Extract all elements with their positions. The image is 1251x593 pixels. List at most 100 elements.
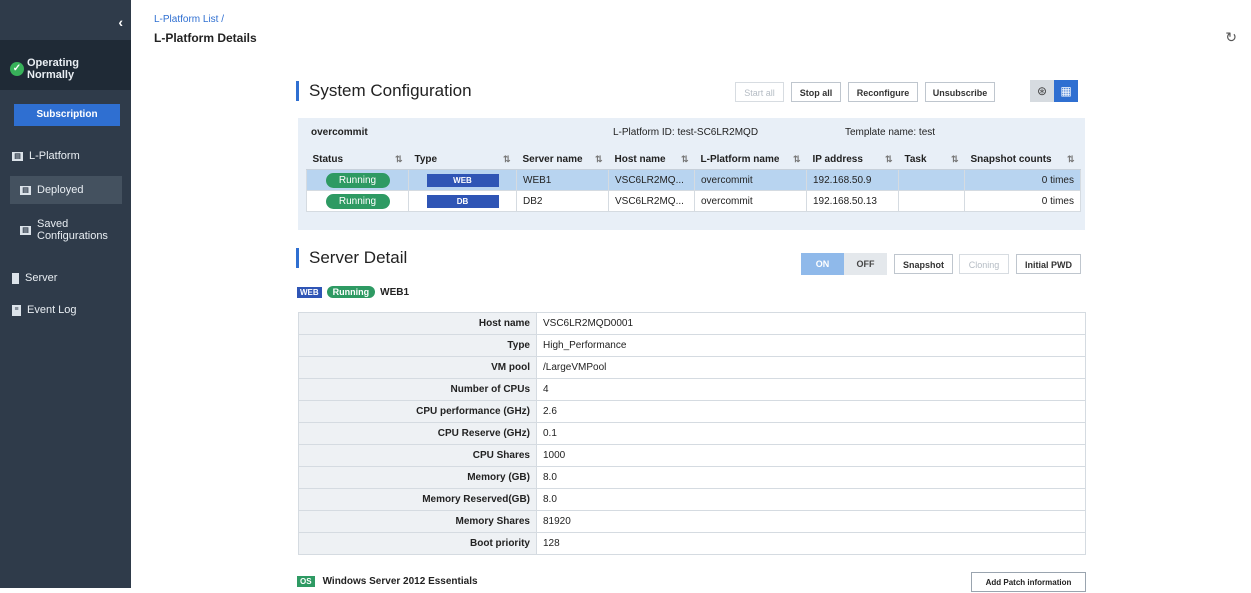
add-patch-information-button[interactable]: Add Patch information xyxy=(971,572,1086,592)
collapse-sidebar-icon[interactable]: ‹ xyxy=(118,14,123,30)
detail-label: CPU Reserve (GHz) xyxy=(298,422,537,445)
server-icon xyxy=(12,272,19,284)
sort-icon[interactable]: ⇅ xyxy=(595,154,603,165)
power-off-button[interactable]: OFF xyxy=(844,253,887,275)
status-badge: Running xyxy=(325,193,390,209)
lplatform-icon: ▤ xyxy=(12,151,23,161)
table-row[interactable]: Running DB DB2 VSC6LR2MQ... overcommit 1… xyxy=(306,190,1081,212)
cell-host-name: VSC6LR2MQ... xyxy=(608,190,695,212)
power-toggle[interactable]: ON OFF xyxy=(801,253,887,275)
type-badge: WEB xyxy=(426,173,499,187)
cell-host-name: VSC6LR2MQ... xyxy=(608,169,695,191)
nav-event-log-label: Event Log xyxy=(27,304,77,316)
detail-label: Host name xyxy=(298,312,537,335)
template-name: Template name: test xyxy=(845,127,936,138)
sort-icon[interactable]: ⇅ xyxy=(885,154,893,165)
cell-task xyxy=(898,190,965,212)
detail-value: 2.6 xyxy=(536,400,1086,423)
start-all-button[interactable]: Start all xyxy=(735,82,784,102)
type-badge: DB xyxy=(426,194,499,208)
detail-row: CPU performance (GHz) 2.6 xyxy=(298,400,1086,423)
detail-value: 8.0 xyxy=(536,488,1086,511)
snapshot-button[interactable]: Snapshot xyxy=(894,254,953,274)
detail-value: /LargeVMPool xyxy=(536,356,1086,379)
column-header-lplatform-name[interactable]: L-Platform name ⇅ xyxy=(694,149,807,170)
unsubscribe-button[interactable]: Unsubscribe xyxy=(925,82,995,102)
nav-lplatform-label: L-Platform xyxy=(29,150,80,162)
breadcrumb[interactable]: L-Platform List / xyxy=(154,14,224,25)
server-badge-row: WEB Running WEB1 xyxy=(297,286,409,298)
sort-icon[interactable]: ⇅ xyxy=(503,154,511,165)
table-view-icon[interactable]: ▦ xyxy=(1054,80,1078,102)
nav-event-log[interactable]: ≡ Event Log xyxy=(12,304,77,316)
power-on-button[interactable]: ON xyxy=(801,253,844,275)
detail-label: CPU Shares xyxy=(298,444,537,467)
nav-server-label: Server xyxy=(25,272,58,284)
cloning-button[interactable]: Cloning xyxy=(959,254,1009,274)
type-badge: WEB xyxy=(297,286,322,298)
sort-icon[interactable]: ⇅ xyxy=(395,154,403,165)
nav-saved-line1: Saved xyxy=(37,218,69,230)
sort-icon[interactable]: ⇅ xyxy=(1067,154,1075,165)
stop-all-button[interactable]: Stop all xyxy=(791,82,841,102)
cell-ip-address: 192.168.50.9 xyxy=(806,169,899,191)
detail-row: Memory Shares 81920 xyxy=(298,510,1086,533)
detail-value: High_Performance xyxy=(536,334,1086,357)
column-header-ip-address[interactable]: IP address ⇅ xyxy=(806,149,899,170)
server-detail-title: Server Detail xyxy=(296,248,407,268)
detail-value: 128 xyxy=(536,532,1086,555)
operating-status: Operating Normally xyxy=(27,57,79,81)
detail-value: 1000 xyxy=(536,444,1086,467)
os-badge: OS xyxy=(297,576,315,587)
os-name: Windows Server 2012 Essentials xyxy=(322,576,478,587)
detail-value: 8.0 xyxy=(536,466,1086,489)
deployed-icon: ▤ xyxy=(20,185,31,195)
server-table: Status ⇅ Type ⇅ Server name ⇅ Host name ⇅ L-… xyxy=(306,149,1081,212)
system-configuration-title: System Configuration xyxy=(296,81,472,101)
detail-value: 81920 xyxy=(536,510,1086,533)
event-log-icon: ≡ xyxy=(12,304,21,316)
reconfigure-button[interactable]: Reconfigure xyxy=(848,82,918,102)
nav-server[interactable]: Server xyxy=(12,272,57,284)
status-badge: Running xyxy=(325,172,390,188)
subscription-button[interactable]: Subscription xyxy=(14,104,120,126)
table-row[interactable]: Running WEB WEB1 VSC6LR2MQ... overcommit… xyxy=(306,169,1081,191)
table-header-row: Status ⇅ Type ⇅ Server name ⇅ Host name ⇅ L-… xyxy=(306,149,1081,170)
column-header-host-name[interactable]: Host name ⇅ xyxy=(608,149,695,170)
saved-configurations-icon: ▤ xyxy=(20,225,31,235)
os-row: OS Windows Server 2012 Essentials xyxy=(297,576,478,587)
status-badge: Running xyxy=(326,286,376,298)
refresh-icon[interactable]: ↻ xyxy=(1225,29,1237,46)
nav-saved-line2: Configurations xyxy=(37,230,108,242)
column-header-server-name[interactable]: Server name ⇅ xyxy=(516,149,609,170)
sort-icon[interactable]: ⇅ xyxy=(793,154,801,165)
sort-icon[interactable]: ⇅ xyxy=(681,154,689,165)
topology-view-icon[interactable]: ⊛ xyxy=(1030,80,1054,102)
sort-icon[interactable]: ⇅ xyxy=(951,154,959,165)
detail-row: CPU Shares 1000 xyxy=(298,444,1086,467)
sidebar: ‹ ✓ Operating Normally Subscription ▤ L-… xyxy=(0,0,131,588)
detail-row: Boot priority 128 xyxy=(298,532,1086,555)
column-header-task[interactable]: Task ⇅ xyxy=(898,149,965,170)
column-header-snapshot-counts[interactable]: Snapshot counts ⇅ xyxy=(964,149,1081,170)
cell-server-name: WEB1 xyxy=(516,169,609,191)
cell-lplatform-name: overcommit xyxy=(694,169,807,191)
column-header-status[interactable]: Status ⇅ xyxy=(306,149,409,170)
detail-label: Memory (GB) xyxy=(298,466,537,489)
cell-snapshot-counts: 0 times xyxy=(964,169,1081,191)
initial-pwd-button[interactable]: Initial PWD xyxy=(1016,254,1081,274)
nav-deployed[interactable]: ▤ Deployed xyxy=(20,184,83,196)
nav-lplatform[interactable]: ▤ L-Platform xyxy=(12,150,80,162)
server-detail-table: Host name VSC6LR2MQD0001 Type High_Perform… xyxy=(298,312,1086,555)
column-header-type[interactable]: Type ⇅ xyxy=(408,149,517,170)
detail-row: Memory Reserved(GB) 8.0 xyxy=(298,488,1086,511)
cell-snapshot-counts: 0 times xyxy=(964,190,1081,212)
nav-saved-configurations[interactable]: ▤ Saved Configurations xyxy=(20,218,108,242)
cell-server-name: DB2 xyxy=(516,190,609,212)
detail-label: CPU performance (GHz) xyxy=(298,400,537,423)
detail-row: Memory (GB) 8.0 xyxy=(298,466,1086,489)
detail-row: Number of CPUs 4 xyxy=(298,378,1086,401)
page-title: L-Platform Details xyxy=(154,31,257,45)
detail-label: Boot priority xyxy=(298,532,537,555)
detail-row: Type High_Performance xyxy=(298,334,1086,357)
